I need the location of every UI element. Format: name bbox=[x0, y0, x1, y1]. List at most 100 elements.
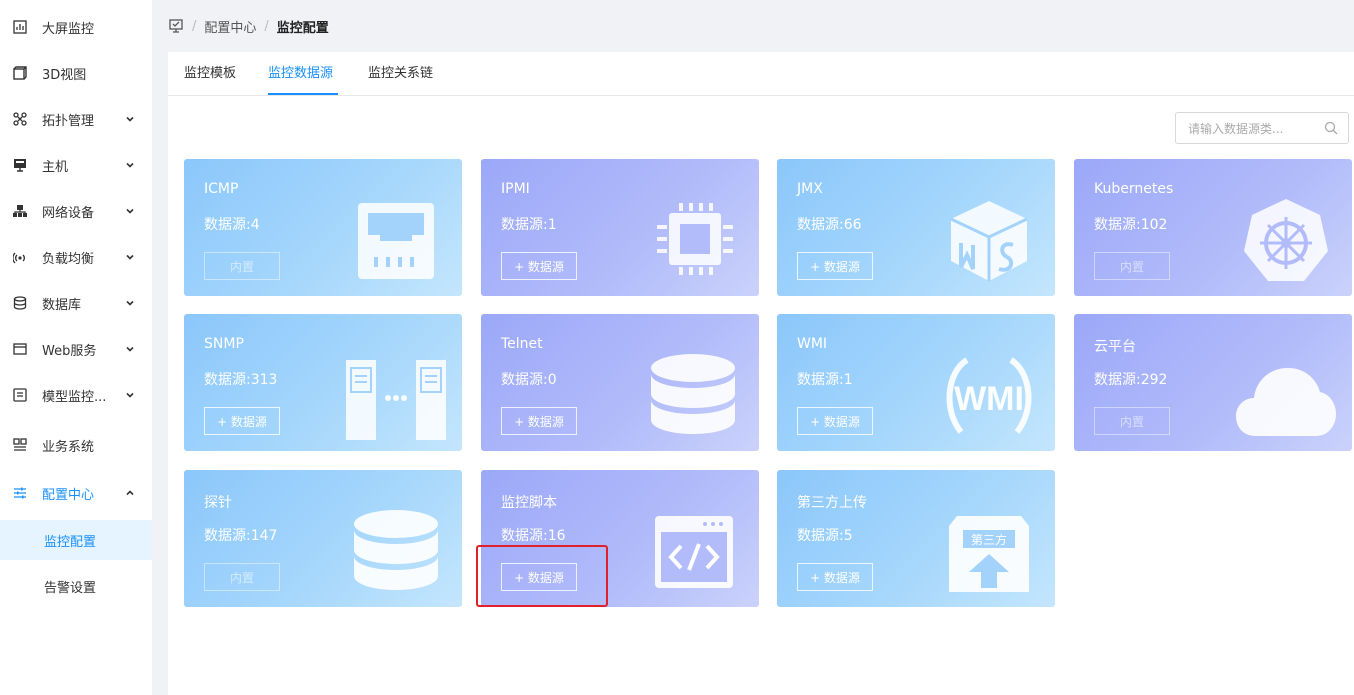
card-count: 数据源:313 bbox=[204, 372, 278, 388]
add-datasource-button[interactable]: + 数据源 bbox=[797, 252, 873, 280]
sidebar-item-label: 数据库 bbox=[42, 297, 82, 313]
chevron-down-icon bbox=[126, 254, 134, 260]
datasource-card-ipmi: IPMI 数据源:1 + 数据源 bbox=[481, 159, 759, 296]
svg-text:WMI: WMI bbox=[954, 380, 1024, 418]
chevron-down-icon bbox=[126, 162, 134, 168]
card-count: 数据源:292 bbox=[1094, 372, 1168, 388]
card-count: 数据源:1 bbox=[797, 372, 853, 388]
add-datasource-button[interactable]: + 数据源 bbox=[501, 252, 577, 280]
card-title: JMX bbox=[797, 181, 823, 197]
datasource-card-third-party-upload: 第三方上传 数据源:5 + 数据源 第三方 bbox=[777, 470, 1055, 607]
sidebar-item-host[interactable]: 主机 bbox=[0, 142, 152, 188]
sidebar-item-business-system[interactable]: 业务系统 bbox=[0, 422, 152, 468]
datasource-card-kubernetes: Kubernetes 数据源:102 内置 bbox=[1074, 159, 1352, 296]
code-window-icon bbox=[655, 516, 733, 588]
chip-icon bbox=[657, 203, 733, 275]
network-port-icon bbox=[358, 203, 434, 279]
breadcrumb: / 配置中心 / 监控配置 bbox=[152, 0, 1354, 52]
servers-icon bbox=[346, 360, 446, 440]
sidebar-subitem-monitor-config[interactable]: 监控配置 bbox=[0, 520, 152, 560]
svg-text:第三方: 第三方 bbox=[971, 532, 1007, 547]
datasource-card-cloud-platform: 云平台 数据源:292 内置 bbox=[1074, 314, 1352, 451]
sidebar-subitem-label: 监控配置 bbox=[44, 534, 97, 550]
sidebar-item-3d-view[interactable]: 3D视图 bbox=[0, 50, 152, 96]
builtin-badge: 内置 bbox=[1094, 252, 1170, 280]
sliders-icon bbox=[12, 485, 28, 501]
card-count: 数据源:4 bbox=[204, 217, 260, 233]
sidebar-item-web-service[interactable]: Web服务 bbox=[0, 326, 152, 372]
add-datasource-button[interactable]: + 数据源 bbox=[501, 563, 577, 591]
sidebar-item-label: 主机 bbox=[42, 159, 69, 175]
database-icon bbox=[12, 295, 28, 311]
card-count: 数据源:1 bbox=[501, 217, 557, 233]
card-title: 第三方上传 bbox=[797, 495, 867, 511]
sidebar-item-label: 负载均衡 bbox=[42, 251, 95, 267]
helm-wheel-icon bbox=[1244, 199, 1328, 281]
sidebar-item-label: 网络设备 bbox=[42, 205, 95, 221]
sidebar-item-label: Web服务 bbox=[42, 343, 97, 359]
card-title: IPMI bbox=[501, 181, 530, 197]
dashboard-icon bbox=[12, 19, 28, 35]
add-datasource-button[interactable]: + 数据源 bbox=[501, 407, 577, 435]
upload-box-icon: 第三方 bbox=[949, 516, 1029, 592]
sidebar-item-network-device[interactable]: 网络设备 bbox=[0, 188, 152, 234]
sidebar-subitem-alarm-settings[interactable]: 告警设置 bbox=[0, 566, 152, 606]
chevron-down-icon bbox=[126, 116, 134, 122]
card-title: WMI bbox=[797, 336, 828, 352]
add-datasource-button[interactable]: + 数据源 bbox=[204, 407, 280, 435]
sidebar-item-config-center[interactable]: 配置中心 bbox=[0, 470, 152, 516]
database-icon bbox=[651, 354, 735, 434]
card-title: Kubernetes bbox=[1094, 181, 1174, 197]
jmx-cube-icon bbox=[950, 201, 1028, 281]
card-count: 数据源:5 bbox=[797, 528, 853, 544]
sidebar-item-label: 模型监控... bbox=[42, 389, 107, 405]
breadcrumb-config-center[interactable]: 配置中心 bbox=[204, 17, 256, 36]
card-title: SNMP bbox=[204, 336, 244, 352]
search-icon[interactable] bbox=[1324, 121, 1338, 135]
topology-icon bbox=[12, 111, 28, 127]
datasource-card-telnet: Telnet 数据源:0 + 数据源 bbox=[481, 314, 759, 451]
sidebar: 大屏监控 3D视图 拓扑管理 主机 网络设备 负载均衡 数据库 Web服务 模型… bbox=[0, 0, 152, 695]
sidebar-item-label: 拓扑管理 bbox=[42, 113, 95, 129]
sidebar-item-database[interactable]: 数据库 bbox=[0, 280, 152, 326]
datasource-card-monitor-script: 监控脚本 数据源:16 + 数据源 bbox=[481, 470, 759, 607]
sidebar-item-topology[interactable]: 拓扑管理 bbox=[0, 96, 152, 142]
builtin-badge: 内置 bbox=[204, 563, 280, 591]
add-datasource-button[interactable]: + 数据源 bbox=[797, 407, 873, 435]
tab-monitor-template[interactable]: 监控模板 bbox=[184, 52, 236, 96]
model-icon bbox=[12, 387, 28, 403]
cloud-icon bbox=[1236, 368, 1336, 436]
home-icon[interactable] bbox=[168, 18, 184, 34]
card-count: 数据源:102 bbox=[1094, 217, 1168, 233]
builtin-badge: 内置 bbox=[204, 252, 280, 280]
add-datasource-button[interactable]: + 数据源 bbox=[797, 563, 873, 591]
datasource-card-wmi: WMI 数据源:1 + 数据源 WMI bbox=[777, 314, 1055, 451]
card-count: 数据源:0 bbox=[501, 372, 557, 388]
breadcrumb-separator: / bbox=[192, 18, 197, 34]
card-count: 数据源:66 bbox=[797, 217, 862, 233]
sidebar-item-load-balance[interactable]: 负载均衡 bbox=[0, 234, 152, 280]
chevron-down-icon bbox=[126, 300, 134, 306]
builtin-badge: 内置 bbox=[1094, 407, 1170, 435]
card-title: Telnet bbox=[501, 336, 543, 352]
sidebar-subitem-label: 告警设置 bbox=[44, 580, 97, 596]
sidebar-item-label: 大屏监控 bbox=[42, 21, 95, 37]
business-icon bbox=[12, 437, 28, 453]
active-tab-indicator bbox=[268, 93, 338, 95]
chevron-up-icon bbox=[126, 490, 134, 496]
tab-bar: 监控模板 监控数据源 监控关系链 bbox=[168, 52, 1354, 96]
tab-monitor-datasource[interactable]: 监控数据源 bbox=[268, 52, 333, 96]
chevron-down-icon bbox=[126, 208, 134, 214]
card-title: 监控脚本 bbox=[501, 495, 557, 511]
datasource-card-probe: 探针 数据源:147 内置 bbox=[184, 470, 462, 607]
sidebar-item-dashboard[interactable]: 大屏监控 bbox=[0, 4, 152, 50]
card-title: ICMP bbox=[204, 181, 239, 197]
datasource-card-snmp: SNMP 数据源:313 + 数据源 bbox=[184, 314, 462, 451]
cube-icon bbox=[12, 65, 28, 81]
chevron-down-icon bbox=[126, 346, 134, 352]
browser-icon bbox=[12, 341, 28, 357]
tab-monitor-relation-chain[interactable]: 监控关系链 bbox=[368, 52, 433, 96]
sidebar-item-model-monitor[interactable]: 模型监控... bbox=[0, 372, 152, 418]
search-input[interactable] bbox=[1186, 119, 1320, 139]
search-box bbox=[1175, 112, 1349, 144]
